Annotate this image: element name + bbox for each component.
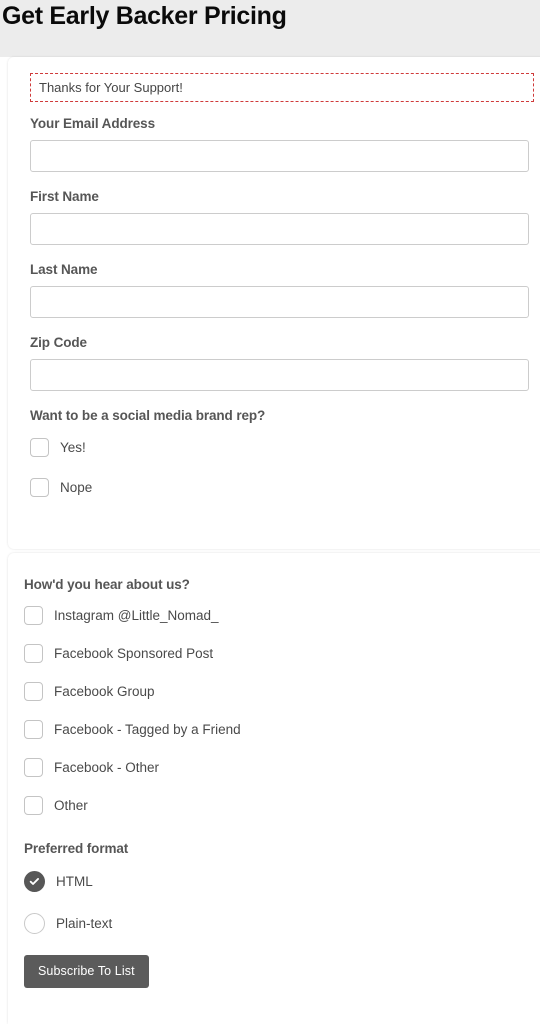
checkbox-row-brand-rep-yes[interactable]: Yes! xyxy=(30,438,534,457)
checkbox-label-referral-fb-group: Facebook Group xyxy=(54,683,155,699)
field-label-first-name: First Name xyxy=(30,189,99,204)
checkbox-label-referral-other: Other xyxy=(54,797,88,813)
support-notice: Thanks for Your Support! xyxy=(30,73,534,102)
subscribe-to-list-button[interactable]: Subscribe To List xyxy=(24,955,149,988)
checkbox-icon-referral-other[interactable] xyxy=(24,796,43,815)
checkbox-row-referral-fb-other[interactable]: Facebook - Other xyxy=(24,758,540,777)
brand-rep-heading: Want to be a social media brand rep? xyxy=(30,408,266,423)
referral-heading: How'd you hear about us? xyxy=(24,577,190,592)
radio-row-format-plain-text[interactable]: Plain-text xyxy=(24,913,540,934)
field-label-last-name: Last Name xyxy=(30,262,98,277)
checkbox-row-referral-fb-tagged[interactable]: Facebook - Tagged by a Friend xyxy=(24,720,540,739)
field-email: Your Email Address xyxy=(30,116,534,172)
checkbox-row-referral-instagram[interactable]: Instagram @Little_Nomad_ xyxy=(24,606,540,625)
support-notice-text: Thanks for Your Support! xyxy=(39,80,183,95)
checkbox-icon-referral-fb-other[interactable] xyxy=(24,758,43,777)
checkbox-label-referral-fb-other: Facebook - Other xyxy=(54,759,160,775)
checkbox-icon-referral-fb-sponsored[interactable] xyxy=(24,644,43,663)
checkbox-icon-referral-instagram[interactable] xyxy=(24,606,43,625)
signup-form-card-bottom: How'd you hear about us? Instagram @Litt… xyxy=(8,553,540,1024)
checkbox-icon-referral-fb-tagged[interactable] xyxy=(24,720,43,739)
checkbox-row-brand-rep-no[interactable]: Nope xyxy=(30,478,534,497)
checkbox-row-referral-fb-group[interactable]: Facebook Group xyxy=(24,682,540,701)
radio-row-format-html[interactable]: HTML xyxy=(24,871,540,892)
checkbox-label-referral-fb-sponsored: Facebook Sponsored Post xyxy=(54,645,214,661)
field-label-email: Your Email Address xyxy=(30,116,155,131)
page-title: Get Early Backer Pricing xyxy=(2,2,287,30)
radio-icon-format-html[interactable] xyxy=(24,871,45,892)
submit-row: Subscribe To List xyxy=(24,955,540,988)
first-name-input[interactable] xyxy=(30,213,529,245)
checkbox-icon-brand-rep-yes[interactable] xyxy=(30,438,49,457)
checkbox-row-referral-other[interactable]: Other xyxy=(24,796,540,815)
checkbox-label-referral-instagram: Instagram @Little_Nomad_ xyxy=(54,607,219,623)
checkbox-icon-brand-rep-no[interactable] xyxy=(30,478,49,497)
signup-form-card-top: Thanks for Your Support! Your Email Addr… xyxy=(8,57,540,549)
page-header: Get Early Backer Pricing xyxy=(0,0,540,57)
preferred-format-heading: Preferred format xyxy=(24,841,129,856)
last-name-input[interactable] xyxy=(30,286,529,318)
field-first-name: First Name xyxy=(30,189,534,245)
checkbox-label-brand-rep-yes: Yes! xyxy=(60,439,86,455)
checkbox-row-referral-fb-sponsored[interactable]: Facebook Sponsored Post xyxy=(24,644,540,663)
radio-label-format-plain-text: Plain-text xyxy=(56,915,113,931)
checkbox-icon-referral-fb-group[interactable] xyxy=(24,682,43,701)
zip-code-input[interactable] xyxy=(30,359,529,391)
checkbox-label-brand-rep-no: Nope xyxy=(60,479,93,495)
email-input[interactable] xyxy=(30,140,529,172)
radio-icon-format-plain-text[interactable] xyxy=(24,913,45,934)
field-label-zip-code: Zip Code xyxy=(30,335,87,350)
checkmark-icon xyxy=(25,872,44,891)
field-last-name: Last Name xyxy=(30,262,534,318)
field-zip-code: Zip Code xyxy=(30,335,534,391)
radio-label-format-html: HTML xyxy=(56,873,93,889)
checkbox-label-referral-fb-tagged: Facebook - Tagged by a Friend xyxy=(54,721,241,737)
